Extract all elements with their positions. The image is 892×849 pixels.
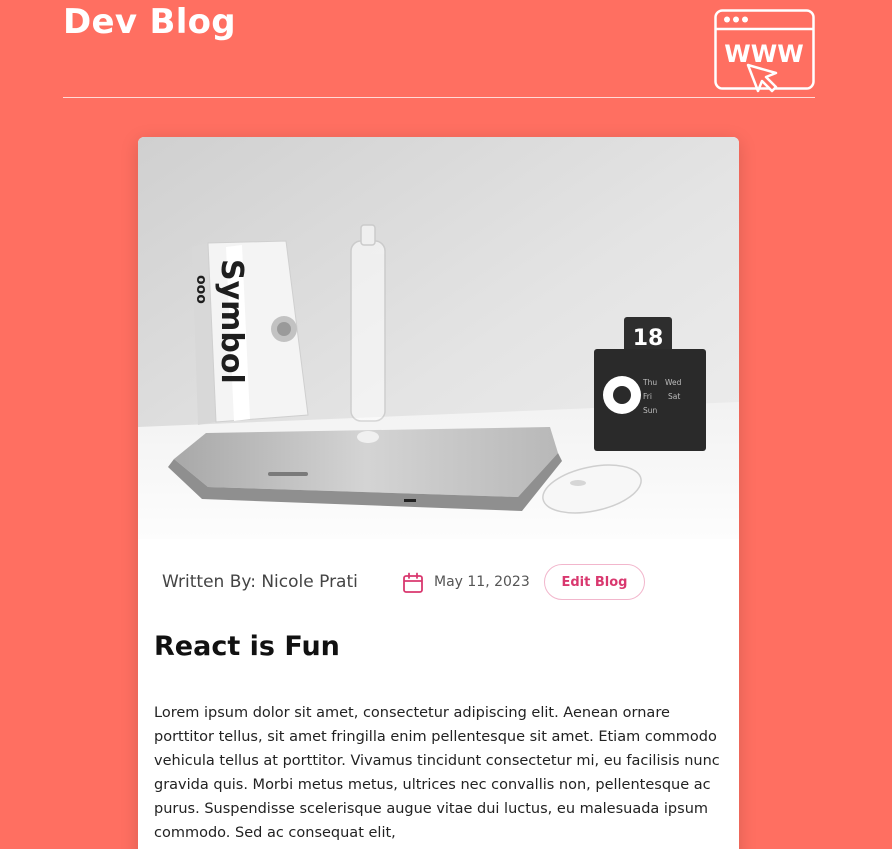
page: Dev Blog WWW Symbol ooo 18 Thu Wed Fri S… [0,0,892,849]
book-logo-text: ooo [193,275,209,304]
laptop [168,427,562,511]
author-label: Written By: Nicole Prati [162,572,358,592]
day-thu: Thu [642,378,657,387]
laptop-desk-photo: Symbol ooo 18 Thu Wed Fri Sat Sun [138,137,739,539]
calendar-number: 18 [633,326,664,351]
calendar-icon [403,572,423,593]
day-fri: Fri [643,392,652,401]
day-wed: Wed [665,378,682,387]
post-title: React is Fun [154,631,340,662]
cursor-icon [746,63,778,93]
blog-post-card: Symbol ooo 18 Thu Wed Fri Sat Sun Writte… [138,137,739,849]
day-sat: Sat [668,392,680,401]
post-date: May 11, 2023 [434,574,530,590]
day-sun: Sun [643,406,658,415]
site-header: Dev Blog WWW [63,0,815,98]
website-www-cursor-icon: WWW [714,9,815,93]
site-title[interactable]: Dev Blog [63,2,236,42]
glass-bottle [350,224,386,422]
post-body: Lorem ipsum dolor sit amet, consectetur … [154,705,720,841]
post-meta: Written By: Nicole Prati May 11, 2023 Ed… [138,563,739,601]
edit-blog-button[interactable]: Edit Blog [544,564,645,600]
www-text: WWW [724,40,803,68]
book-spine-text: Symbol [214,259,249,384]
